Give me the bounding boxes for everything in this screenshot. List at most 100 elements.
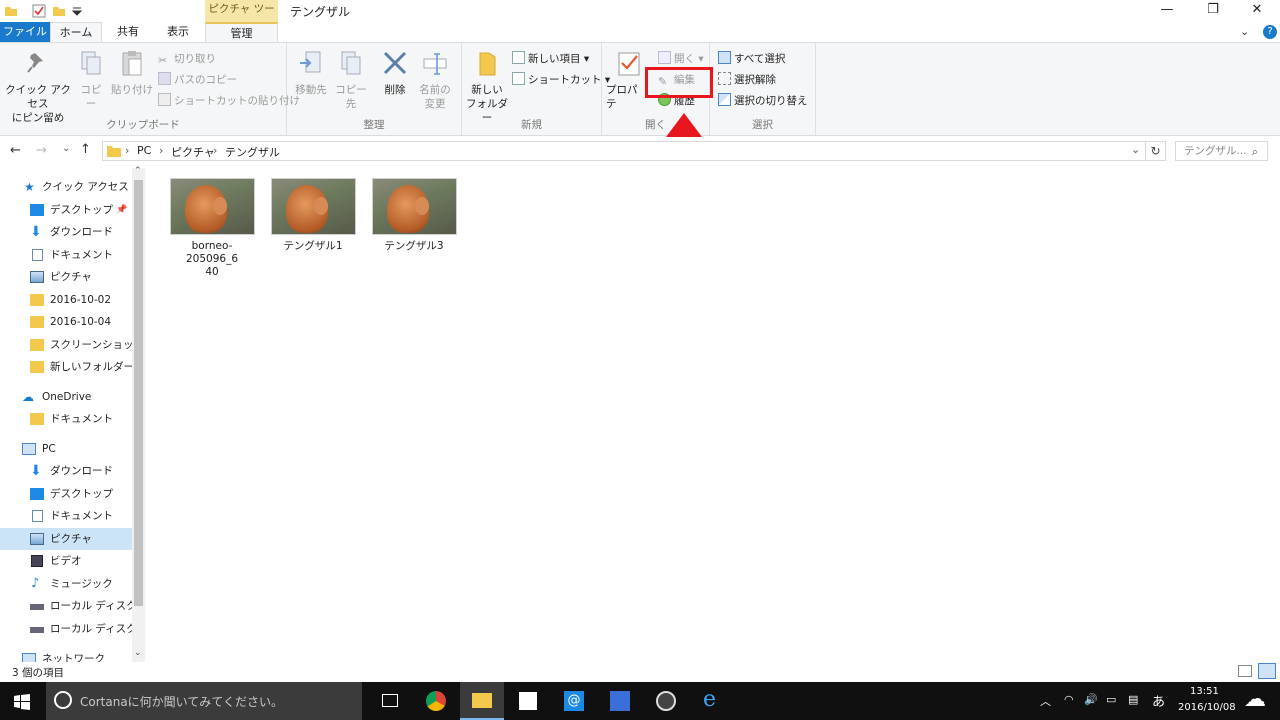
expand-ribbon-icon[interactable]: ⌄ bbox=[1240, 25, 1249, 38]
chrome-taskbar-button[interactable] bbox=[414, 682, 458, 720]
nav-qa-documents[interactable]: ドキュメント bbox=[0, 244, 132, 266]
scroll-up-icon[interactable]: ⌃ bbox=[134, 166, 142, 176]
rename-button[interactable]: 名前の 変更 bbox=[415, 49, 455, 111]
up-icon[interactable]: ↑ bbox=[80, 142, 91, 157]
forward-icon[interactable]: → bbox=[36, 143, 47, 158]
windows-start-icon[interactable] bbox=[14, 694, 30, 710]
tab-share[interactable]: 共有 bbox=[104, 22, 152, 42]
tab-home[interactable]: ホーム bbox=[50, 22, 102, 42]
nav-pc-disk-d[interactable]: ローカル ディスク (D bbox=[0, 618, 132, 640]
address-dropdown-icon[interactable]: ⌄ bbox=[1131, 143, 1140, 156]
new-folder-quick-icon[interactable] bbox=[52, 4, 66, 18]
back-icon[interactable]: ← bbox=[10, 143, 21, 158]
details-view-icon[interactable] bbox=[1238, 665, 1252, 677]
show-hidden-icons[interactable]: ︿ bbox=[1040, 693, 1051, 709]
new-folder-button[interactable]: 新しい フォルダー bbox=[464, 49, 510, 125]
nav-qa-folder-1004[interactable]: 2016-10-04 bbox=[0, 311, 132, 333]
recent-locations-icon[interactable]: ⌄ bbox=[62, 143, 70, 154]
quick-access-dropdown-icon[interactable] bbox=[70, 4, 84, 18]
properties-quick-icon[interactable] bbox=[32, 4, 46, 18]
nav-network[interactable]: ネットワーク bbox=[0, 648, 132, 662]
copy-path-button[interactable]: パスのコピー bbox=[158, 71, 237, 89]
tab-file[interactable]: ファイル bbox=[0, 22, 50, 42]
mail-taskbar-button[interactable]: @ bbox=[552, 682, 596, 720]
nav-pc-videos[interactable]: ビデオ bbox=[0, 550, 132, 572]
ie-taskbar-button[interactable]: e bbox=[690, 682, 734, 720]
clock-date[interactable]: 2016/10/08 bbox=[1178, 702, 1236, 713]
scroll-down-icon[interactable]: ⌄ bbox=[134, 648, 142, 658]
pictures-icon bbox=[30, 271, 44, 283]
nav-qa-screenshots[interactable]: スクリーンショット bbox=[0, 334, 132, 356]
battery-icon[interactable]: ▭ bbox=[1106, 693, 1116, 706]
nav-qa-downloads[interactable]: ⬇ ダウンロード bbox=[0, 221, 132, 243]
open-button[interactable]: 開く ▾ bbox=[658, 50, 704, 68]
nav-onedrive[interactable]: ☁ OneDrive bbox=[0, 386, 132, 408]
file-name: テングザル3 bbox=[384, 240, 444, 252]
new-item-button[interactable]: 新しい項目 ▾ bbox=[512, 50, 589, 68]
nav-qa-pictures[interactable]: ピクチャ bbox=[0, 266, 132, 288]
minimize-button[interactable]: — bbox=[1144, 0, 1190, 22]
cortana-placeholder: Cortanaに何か聞いてみてください。 bbox=[80, 695, 283, 709]
copy-button[interactable]: コピー bbox=[76, 49, 106, 111]
breadcrumb-current[interactable]: テングザル bbox=[225, 144, 280, 160]
status-bar: 3 個の項目 bbox=[0, 662, 1280, 682]
invert-selection-button[interactable]: 選択の切り替え bbox=[718, 92, 808, 110]
nav-scrollbar-thumb[interactable] bbox=[134, 180, 143, 606]
file-name: テングザル1 bbox=[283, 240, 343, 252]
nav-pc[interactable]: PC bbox=[0, 438, 132, 460]
nav-quick-access[interactable]: ★ クイック アクセス bbox=[0, 176, 132, 198]
file-item[interactable]: テングザル1 bbox=[267, 178, 359, 253]
select-none-button[interactable]: 選択解除 bbox=[718, 71, 776, 89]
media-taskbar-button[interactable] bbox=[644, 682, 688, 720]
paste-shortcut-button[interactable]: ショートカットの貼り付け bbox=[158, 92, 300, 110]
cut-button[interactable]: ✂ 切り取り bbox=[158, 50, 216, 68]
ime-mode-icon[interactable]: ▤ bbox=[1128, 693, 1138, 706]
address-bar[interactable]: › PC › ピクチャ › テングザル ⌄ bbox=[102, 141, 1146, 161]
nav-pc-music[interactable]: ♪ ミュージック bbox=[0, 573, 132, 595]
delete-button[interactable]: 削除 bbox=[375, 49, 415, 97]
nav-qa-new-folder[interactable]: 新しいフォルダー (1( bbox=[0, 356, 132, 378]
paste-button[interactable]: 貼り付け bbox=[110, 49, 154, 97]
large-icons-view-icon[interactable] bbox=[1258, 663, 1276, 679]
help-icon[interactable]: ? bbox=[1263, 25, 1277, 39]
file-item[interactable]: borneo-205096_6 40 bbox=[166, 178, 258, 279]
restore-button[interactable]: ❐ bbox=[1190, 0, 1236, 22]
notification-cloud-icon[interactable]: ☁ bbox=[1244, 687, 1266, 712]
task-view-button[interactable] bbox=[368, 682, 412, 720]
breadcrumb-pc[interactable]: PC bbox=[137, 144, 151, 157]
move-to-button[interactable]: 移動先 bbox=[291, 49, 331, 97]
nav-pc-pictures[interactable]: ピクチャ bbox=[0, 528, 132, 550]
clock-time[interactable]: 13:51 bbox=[1190, 686, 1219, 697]
properties-icon bbox=[618, 52, 640, 76]
nav-qa-desktop[interactable]: デスクトップ 📌 bbox=[0, 199, 132, 221]
nav-pc-downloads[interactable]: ⬇ ダウンロード bbox=[0, 460, 132, 482]
nav-pc-desktop[interactable]: デスクトップ bbox=[0, 483, 132, 505]
file-name-cont: 40 bbox=[205, 266, 219, 278]
nav-pc-disk-c[interactable]: ローカル ディスク (C bbox=[0, 595, 132, 617]
properties-button[interactable]: プロパテ bbox=[606, 49, 646, 111]
pin-quick-access-button[interactable]: クイック アクセス にピン留め bbox=[4, 49, 72, 125]
nav-od-documents[interactable]: ドキュメント bbox=[0, 408, 132, 430]
ime-indicator[interactable]: あ bbox=[1152, 691, 1165, 710]
app-taskbar-button[interactable] bbox=[598, 682, 642, 720]
nav-label: ネットワーク bbox=[42, 653, 105, 662]
breadcrumb-pictures[interactable]: ピクチャ bbox=[171, 144, 215, 160]
store-taskbar-button[interactable] bbox=[506, 682, 550, 720]
copy-to-button[interactable]: コピー先 bbox=[331, 49, 371, 111]
media-player-icon bbox=[656, 691, 676, 711]
thumbnail-image bbox=[371, 178, 457, 235]
nav-qa-folder-1002[interactable]: 2016-10-02 bbox=[0, 289, 132, 311]
close-button[interactable]: ✕ bbox=[1234, 0, 1280, 22]
volume-icon[interactable]: 🔊 bbox=[1084, 693, 1098, 706]
file-item[interactable]: テングザル3 bbox=[368, 178, 460, 253]
tab-view[interactable]: 表示 bbox=[152, 22, 204, 42]
cortana-search-box[interactable]: Cortanaに何か聞いてみてください。 bbox=[46, 682, 362, 720]
tab-manage[interactable]: 管理 bbox=[205, 22, 278, 42]
explorer-taskbar-button[interactable] bbox=[460, 682, 504, 720]
refresh-button[interactable]: ↻ bbox=[1146, 141, 1166, 161]
select-all-button[interactable]: すべて選択 bbox=[718, 50, 785, 68]
search-input[interactable]: テングザル... ⌕ bbox=[1175, 141, 1268, 161]
easy-access-button[interactable]: ショートカット ▾ bbox=[512, 71, 610, 89]
network-tray-icon[interactable]: ◠ bbox=[1064, 693, 1074, 706]
nav-pc-documents[interactable]: ドキュメント bbox=[0, 505, 132, 527]
